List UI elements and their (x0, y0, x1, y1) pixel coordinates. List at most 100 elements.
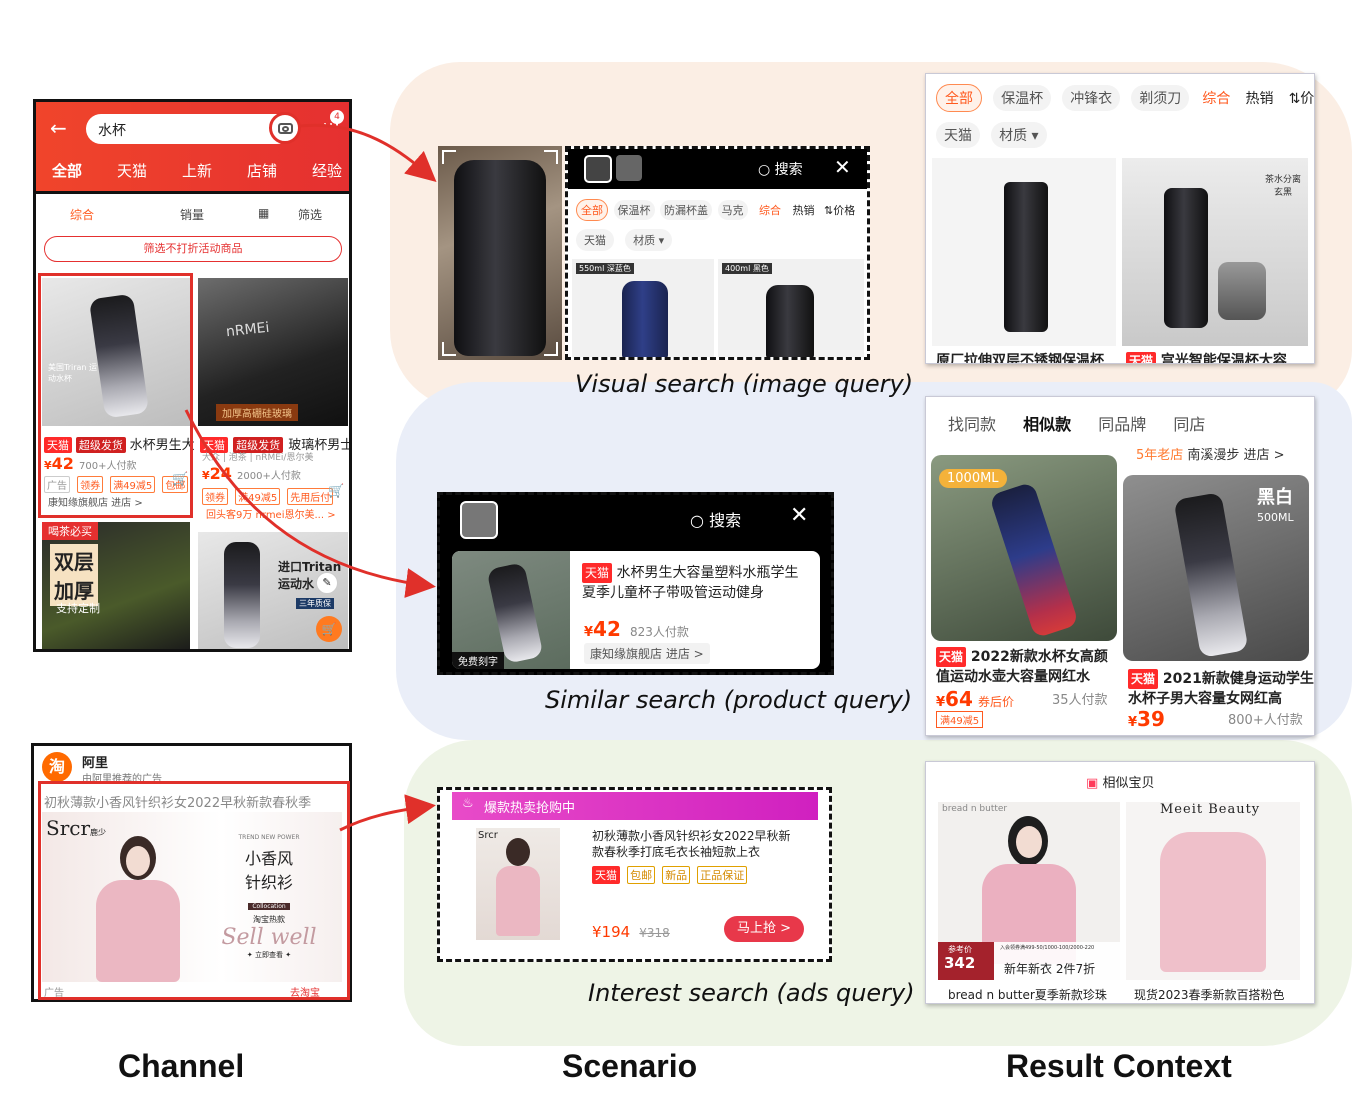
tab-shop[interactable]: 店铺 (247, 160, 277, 181)
similar-title: 水杯男生大容量塑料水瓶学生夏季儿童杯子带吸管运动健身 (582, 565, 799, 601)
sort-filter[interactable]: 筛选 (298, 206, 322, 223)
visual-result-1[interactable]: 550ml 深蓝色 (572, 259, 714, 357)
query-thumbnail-similar[interactable] (460, 501, 498, 539)
search-input[interactable]: 水杯 (86, 114, 292, 144)
sort-price-2[interactable]: ⇅价格 (824, 204, 855, 217)
filter-button[interactable]: 筛选不打折活动商品 (44, 236, 342, 262)
result-shop-link[interactable]: 南溪漫步 进店 > (1187, 448, 1284, 463)
result-visual-tag-2: 天猫 (1126, 352, 1157, 363)
chip-material[interactable]: 材质 ▾ (625, 229, 673, 251)
chip-leakproof[interactable]: 防漏杯盖 (660, 200, 712, 220)
sort-comprehensive[interactable]: 综合 (70, 206, 94, 223)
taobao-logo: 淘 (42, 752, 72, 782)
grab-now-button[interactable]: 马上抢 > (724, 916, 804, 942)
result-chip-jacket[interactable]: 冲锋衣 (1062, 85, 1121, 111)
result-visual-image-2[interactable]: 茶水分离 玄黑 (1122, 158, 1308, 346)
chip-thermos[interactable]: 保温杯 (613, 200, 655, 220)
result-sort-price[interactable]: ⇅价格 (1289, 91, 1314, 107)
result-similar-card: 找同款 相似款 同品牌 同店 5年老店 南溪漫步 进店 > 1000ML 黑白 … (925, 396, 1315, 736)
floating-cart-icon[interactable]: 🛒 (316, 616, 342, 642)
chip-tmall[interactable]: 天猫 (576, 229, 614, 251)
result-overlay-2: 茶水分离 玄黑 (1264, 175, 1301, 198)
result-promo: 新年新衣 2件7折 (1004, 962, 1096, 976)
edit-icon[interactable]: ✎ (316, 572, 338, 594)
back-arrow-icon[interactable]: ← (50, 116, 67, 140)
product-image-2[interactable]: nRMEi 加厚高硼硅玻璃 (198, 278, 348, 426)
query-ad-highlight (38, 781, 350, 1000)
result-interest-image-1[interactable]: bread n butter 参考价 342 入会领券满499-50/1000-… (938, 802, 1120, 980)
query-thumbnail-2[interactable] (616, 155, 642, 181)
product-banner-2: 加厚高硼硅玻璃 (216, 404, 298, 421)
result-chip-material[interactable]: 材质 ▾ (991, 122, 1047, 148)
sort-comprehensive-2[interactable]: 综合 (759, 204, 781, 217)
scenario-label-similar: Similar search (product query) (545, 686, 913, 714)
result-chip-razor[interactable]: 剃须刀 (1131, 85, 1190, 111)
result-similar-tag-1: 天猫 (936, 647, 967, 667)
scenario-label-visual: Visual search (image query) (575, 370, 914, 398)
result-similar-after-1: 券后价 (977, 695, 1014, 709)
coupon-tag-6: 先用后付 (287, 488, 334, 505)
tab-experience[interactable]: 经验 (312, 160, 342, 181)
tag-new: 新品 (662, 866, 691, 884)
sort-sales[interactable]: 销量 (180, 206, 204, 223)
result-chip-all[interactable]: 全部 (936, 84, 982, 112)
result-chip-tmall[interactable]: 天猫 (936, 122, 980, 148)
camera-icon[interactable] (269, 112, 301, 144)
tab-tmall[interactable]: 天猫 (117, 160, 147, 181)
product-sub-4: 三年质保 (296, 598, 334, 609)
interest-image: Srcr (476, 828, 560, 940)
chip-all[interactable]: 全部 (576, 199, 608, 221)
result-brand-2: Meeit Beauty (1160, 802, 1261, 817)
visual-result-2[interactable]: 400ml 黑色 (718, 259, 864, 357)
cart-icon-2[interactable]: 🛒 (328, 484, 344, 499)
interest-card[interactable]: Srcr 初秋薄款小香风针织衫女2022早秋新款春秋季打底毛衣长袖短款上衣 天猫… (452, 820, 818, 952)
similar-query-image: 免费刻字 (452, 551, 570, 669)
result-tab-similar[interactable]: 相似款 (1023, 415, 1071, 434)
query-thumbnail[interactable] (584, 155, 612, 183)
grid-view-icon[interactable]: ▦ (258, 206, 269, 220)
interest-price: ¥194 (592, 923, 631, 941)
notification-badge: 4 (330, 110, 344, 124)
tab-all[interactable]: 全部 (52, 160, 82, 181)
product-image-4[interactable]: 进口Tritan 运动水 三年质保 ✎ 🛒 (198, 532, 348, 649)
product-image-3[interactable]: 喝茶必买 双层 加厚 支持定制 (42, 522, 190, 649)
search-icon[interactable]: ○ (758, 162, 770, 178)
column-title-channel: Channel (118, 1048, 245, 1084)
result-similar-image-2[interactable]: 黑白 500ML (1123, 475, 1309, 661)
result-similar-image-1[interactable]: 1000ML (931, 455, 1117, 641)
result-sort-comprehensive[interactable]: 综合 (1202, 91, 1230, 107)
result-visual-image-1[interactable] (932, 158, 1116, 346)
product-headline-3a: 双层 (54, 550, 94, 574)
result-sort-hot[interactable]: 热销 (1245, 91, 1273, 107)
result-tab-store[interactable]: 同店 (1173, 415, 1205, 434)
similar-query-card[interactable]: 免费刻字 天猫 水杯男生大容量塑料水瓶学生夏季儿童杯子带吸管运动健身 ¥42 8… (452, 551, 820, 669)
fire-icon: ♨ (462, 796, 474, 811)
column-title-scenario: Scenario (562, 1048, 698, 1084)
product-shop-2[interactable]: 回头客9万 nrmei恩尔美... > (206, 506, 336, 521)
result-chip-thermos[interactable]: 保温杯 (993, 85, 1052, 111)
close-icon-2[interactable]: ✕ (790, 503, 808, 528)
result-interest-card: ▣ 相似宝贝 bread n butter 参考价 342 入会领券满499-5… (925, 761, 1315, 1004)
similar-sold: 823人付款 (629, 625, 689, 639)
product-price-2: 24 (209, 464, 232, 483)
sort-hot-2[interactable]: 热销 (793, 204, 815, 217)
chip-mug[interactable]: 马克 (717, 200, 748, 220)
result-tab-same[interactable]: 找同款 (948, 415, 996, 434)
visual-query-photo (438, 146, 562, 360)
tag-tmall-interest: 天猫 (592, 866, 620, 884)
result-tab-brand[interactable]: 同品牌 (1098, 415, 1146, 434)
close-icon[interactable]: ✕ (834, 155, 851, 179)
result-tag-1: 550ml 深蓝色 (576, 263, 634, 274)
result-promo-small: 入会领券满499-50/1000-100/2000-220 (1000, 945, 1095, 951)
product-sub-2: 大众 | 泡茶 | nRMEi/恩尔美 (202, 453, 314, 463)
product-badge-3: 喝茶必买 (42, 522, 98, 540)
ad-shop-name: 阿里 (82, 756, 109, 771)
search-icon-2[interactable]: ○ (690, 511, 704, 530)
result-badge-500ml: 500ML (1257, 511, 1294, 524)
result-interest-image-2[interactable]: Meeit Beauty (1126, 802, 1300, 980)
search-button-label-2[interactable]: 搜索 (709, 511, 741, 530)
search-button-label[interactable]: 搜索 (775, 162, 803, 178)
tab-new[interactable]: 上新 (182, 160, 212, 181)
query-product-highlight (38, 273, 193, 518)
similar-shop[interactable]: 康知缘旗舰店 进店 > (584, 643, 710, 664)
